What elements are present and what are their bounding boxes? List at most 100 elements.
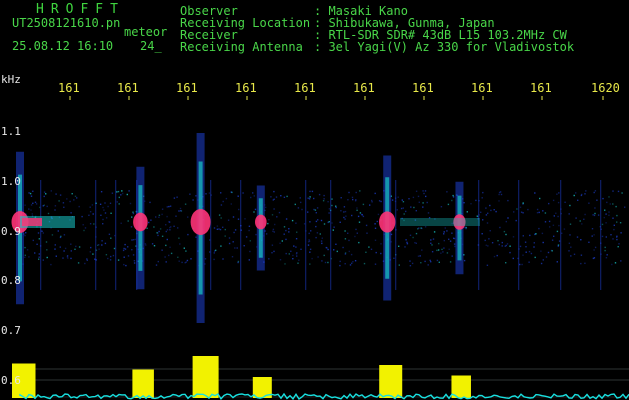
- noise-speck: [104, 242, 107, 245]
- noise-speck: [556, 230, 559, 233]
- noise-speck: [410, 206, 412, 208]
- datetime-label: 25.08.12 16:10: [12, 39, 114, 53]
- noise-speck: [295, 238, 298, 240]
- noise-speck: [533, 242, 535, 244]
- noise-speck: [127, 220, 129, 222]
- noise-speck: [374, 223, 376, 225]
- noise-speck: [556, 193, 558, 195]
- noise-speck: [166, 238, 168, 241]
- noise-speck: [227, 219, 230, 221]
- noise-speck: [288, 228, 290, 230]
- noise-speck: [101, 240, 103, 242]
- noise-speck: [74, 248, 76, 250]
- noise-speck: [557, 215, 559, 218]
- noise-speck: [358, 241, 360, 244]
- noise-speck: [406, 243, 409, 245]
- noise-speck: [38, 256, 40, 258]
- noise-speck: [422, 190, 424, 192]
- noise-speck: [573, 253, 576, 255]
- noise-speck: [63, 250, 65, 252]
- noise-speck: [485, 207, 487, 209]
- noise-speck: [70, 250, 72, 252]
- noise-speck: [55, 193, 57, 195]
- noise-speck: [344, 218, 346, 220]
- noise-speck: [187, 216, 189, 218]
- noise-speck: [151, 243, 154, 245]
- noise-speck: [311, 257, 313, 260]
- noise-speck: [398, 264, 400, 266]
- noise-speck: [274, 223, 276, 226]
- noise-speck: [585, 190, 587, 192]
- noise-speck: [133, 262, 136, 264]
- noise-speck: [612, 217, 614, 219]
- noise-speck: [237, 218, 240, 220]
- noise-speck: [118, 196, 120, 199]
- noise-speck: [231, 256, 234, 258]
- noise-speck: [118, 203, 120, 205]
- noise-speck: [324, 261, 327, 264]
- noise-speck: [355, 228, 357, 231]
- noise-speck: [597, 214, 600, 216]
- noise-speck: [315, 220, 318, 223]
- noise-speck: [232, 241, 234, 243]
- noise-speck: [552, 199, 555, 202]
- noise-speck: [168, 205, 170, 208]
- noise-speck: [331, 204, 333, 207]
- noise-speck: [157, 234, 159, 237]
- noise-speck: [454, 245, 456, 248]
- noise-speck: [219, 228, 222, 231]
- noise-speck: [89, 251, 91, 253]
- noise-speck: [614, 262, 617, 264]
- noise-speck: [189, 193, 191, 195]
- freq-tick: 1.0: [1, 175, 21, 188]
- noise-speck: [84, 227, 87, 229]
- noise-speck: [487, 212, 489, 214]
- time-tick: 161: [530, 81, 552, 95]
- noise-speck: [591, 228, 594, 230]
- noise-speck: [380, 252, 382, 255]
- noise-speck: [179, 243, 181, 245]
- noise-speck: [522, 212, 524, 214]
- noise-speck: [126, 193, 128, 196]
- noise-speck: [489, 204, 491, 207]
- duration-label: 24_: [140, 39, 162, 53]
- noise-speck: [481, 197, 483, 199]
- noise-speck: [412, 236, 414, 239]
- noise-speck: [417, 195, 420, 198]
- noise-speck: [507, 199, 509, 202]
- noise-speck: [362, 215, 365, 218]
- noise-speck: [463, 259, 466, 262]
- noise-streak: [40, 180, 42, 290]
- noise-speck: [592, 257, 595, 260]
- noise-speck: [441, 248, 443, 251]
- time-tick: 161: [471, 81, 493, 95]
- noise-speck: [563, 228, 566, 230]
- noise-speck: [107, 205, 109, 208]
- noise-speck: [612, 190, 614, 192]
- noise-speck: [99, 203, 102, 205]
- noise-speck: [331, 198, 333, 200]
- time-tick: 161: [235, 81, 257, 95]
- noise-speck: [356, 232, 358, 234]
- noise-speck: [442, 251, 444, 253]
- noise-speck: [354, 235, 356, 238]
- noise-speck: [187, 233, 189, 236]
- noise-speck: [128, 190, 130, 192]
- noise-speck: [75, 245, 77, 248]
- noise-speck: [605, 213, 607, 215]
- noise-speck: [443, 233, 445, 235]
- noise-speck: [47, 212, 50, 215]
- noise-speck: [327, 248, 329, 251]
- noise-speck: [490, 209, 492, 212]
- noise-speck: [446, 230, 448, 232]
- noise-speck: [409, 260, 411, 262]
- echo-core: [254, 214, 267, 230]
- noise-speck: [89, 211, 92, 213]
- noise-speck: [313, 208, 315, 211]
- noise-speck: [213, 258, 215, 261]
- noise-speck: [402, 207, 404, 209]
- noise-speck: [170, 252, 173, 255]
- noise-speck: [481, 233, 483, 235]
- noise-speck: [296, 255, 298, 257]
- noise-speck: [311, 190, 314, 193]
